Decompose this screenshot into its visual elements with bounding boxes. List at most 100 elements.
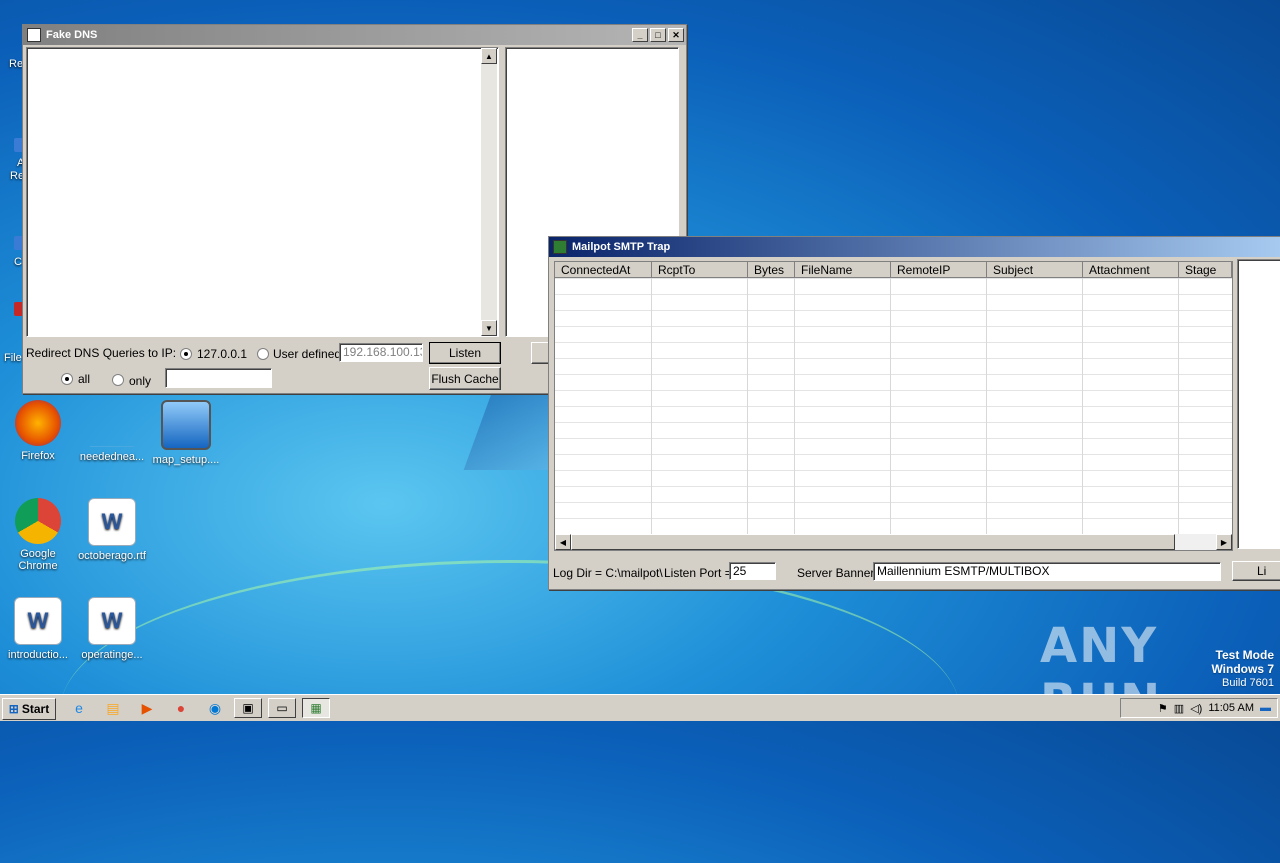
show-desktop-icon[interactable]: ▬: [1260, 702, 1271, 714]
dns-log-scrollbar[interactable]: ▲ ▼: [481, 48, 497, 336]
desktop-icon-label: neededneа...: [79, 451, 145, 463]
taskbar: ⊞ Start e ▤ ▶ ● ◉ ▣ ▭ ▦ ⚑ ▥ ◁) 11:05 AM …: [0, 694, 1280, 721]
radio-only[interactable]: [112, 374, 124, 386]
window-icon: ▭: [276, 701, 288, 715]
radio-only-label: only: [129, 374, 152, 388]
monitor-icon: ▣: [242, 701, 254, 715]
column-divider: [1178, 278, 1179, 534]
scroll-left-arrow-icon[interactable]: ◀: [555, 534, 571, 550]
desktop-icon-label: introductio...: [8, 649, 68, 661]
listen-port-field[interactable]: 25: [729, 562, 776, 580]
column-header[interactable]: Stage: [1179, 262, 1232, 278]
desktop-icon-operatinge[interactable]: W operatinge...: [74, 597, 150, 661]
only-domain-field[interactable]: [165, 368, 272, 388]
column-header[interactable]: RcptTo: [652, 262, 748, 278]
column-header[interactable]: Subject: [987, 262, 1083, 278]
scrollbar-thumb[interactable]: [571, 534, 1175, 550]
mailpot-window[interactable]: Mailpot SMTP Trap ConnectedAt RcptTo Byt…: [548, 236, 1280, 590]
fake-dns-titlebar[interactable]: Fake DNS _ □ ✕: [23, 25, 686, 45]
firefox-icon: [15, 400, 61, 446]
user-ip-field[interactable]: 192.168.100.13: [339, 343, 423, 362]
mailpot-icon: ▦: [310, 701, 322, 715]
listen-button-partial[interactable]: Li: [1232, 561, 1280, 581]
flag-icon[interactable]: ⚑: [1158, 702, 1168, 715]
column-divider: [890, 278, 891, 534]
radio-all-label: all: [78, 372, 91, 386]
dns-log-textarea[interactable]: [26, 47, 499, 337]
scroll-up-arrow-icon[interactable]: ▲: [481, 48, 497, 64]
system-tray: ⚑ ▥ ◁) 11:05 AM ▬: [1120, 698, 1278, 718]
desktop-icon-introduction[interactable]: W introductio...: [0, 597, 76, 661]
installer-icon: [161, 400, 211, 450]
test-mode-watermark: Test Mode Windows 7 Build 7601: [1211, 648, 1274, 690]
column-header[interactable]: FileName: [795, 262, 891, 278]
window-title: Fake DNS: [46, 29, 98, 41]
taskbar-task-mailpot[interactable]: ▦: [302, 698, 330, 718]
mailpot-titlebar[interactable]: Mailpot SMTP Trap: [549, 237, 1280, 257]
desktop-icon-neededneat[interactable]: neededneа...: [74, 400, 150, 463]
radio-localhost[interactable]: [180, 348, 192, 360]
file-explorer-icon[interactable]: ▤: [102, 698, 124, 718]
desktop-icon-octoberago[interactable]: W octoberago.rtf: [74, 498, 150, 562]
minimize-button[interactable]: _: [632, 28, 648, 42]
connections-table[interactable]: ConnectedAt RcptTo Bytes FileName Remote…: [554, 261, 1233, 551]
watermark-line: Build 7601: [1222, 677, 1274, 689]
column-header[interactable]: Attachment: [1083, 262, 1179, 278]
scroll-right-arrow-icon[interactable]: ▶: [1216, 534, 1232, 550]
desktop-partial-label-file: File: [4, 352, 22, 364]
flush-cache-button[interactable]: Flush Cache: [429, 367, 501, 390]
column-header[interactable]: Bytes: [748, 262, 795, 278]
redirect-label: Redirect DNS Queries to IP:: [26, 346, 177, 360]
maximize-button[interactable]: □: [650, 28, 666, 42]
media-player-icon[interactable]: ▶: [136, 698, 158, 718]
column-header[interactable]: RemoteIP: [891, 262, 987, 278]
mailpot-side-panel[interactable]: [1237, 259, 1280, 549]
volume-icon[interactable]: ◁): [1190, 702, 1202, 715]
start-label: Start: [21, 702, 50, 716]
taskbar-task-monitor[interactable]: ▣: [234, 698, 262, 718]
table-body[interactable]: [555, 278, 1232, 534]
blank-file-icon: [90, 400, 134, 447]
desktop-icon-chrome[interactable]: Google Chrome: [0, 498, 76, 572]
desktop-partial-label-recycle: Re: [9, 58, 24, 70]
close-button[interactable]: ✕: [668, 28, 684, 42]
desktop-partial-label-c: C: [14, 256, 22, 268]
app-icon: [27, 28, 41, 42]
app-icon: [553, 240, 567, 254]
word-document-icon: W: [88, 597, 136, 645]
taskbar-task-fake-dns[interactable]: ▭: [268, 698, 296, 718]
column-divider: [986, 278, 987, 534]
radio-all[interactable]: [61, 373, 73, 385]
column-divider: [747, 278, 748, 534]
listen-port-label: Listen Port =: [664, 566, 732, 580]
desktop-icon-map-setup[interactable]: map_setup....: [148, 400, 224, 466]
clock[interactable]: 11:05 AM: [1208, 702, 1254, 714]
scroll-down-arrow-icon[interactable]: ▼: [481, 320, 497, 336]
table-header: ConnectedAt RcptTo Bytes FileName Remote…: [555, 262, 1232, 278]
server-banner-field[interactable]: Maillennium ESMTP/MULTIBOX: [873, 562, 1221, 581]
column-header[interactable]: ConnectedAt: [555, 262, 652, 278]
internet-explorer-icon[interactable]: e: [68, 698, 90, 718]
windows-logo-icon: ⊞: [8, 702, 19, 716]
column-divider: [1082, 278, 1083, 534]
radio-user-defined-label: User defined: [273, 347, 342, 361]
radio-localhost-label: 127.0.0.1: [197, 347, 248, 361]
start-button[interactable]: ⊞ Start: [2, 698, 56, 720]
log-dir-label: Log Dir = C:\mailpot\: [553, 566, 663, 580]
desktop-icon-label: operatinge...: [81, 649, 143, 661]
listen-button[interactable]: Listen: [429, 342, 501, 364]
desktop-icon-label: map_setup....: [152, 454, 220, 466]
table-horizontal-scrollbar[interactable]: ◀ ▶: [555, 534, 1232, 550]
desktop-icon-label: Firefox: [21, 450, 55, 462]
word-document-icon: W: [88, 498, 136, 546]
column-divider: [794, 278, 795, 534]
edge-icon[interactable]: ◉: [204, 698, 226, 718]
chrome-icon[interactable]: ●: [170, 698, 192, 718]
desktop-icon-label: Google Chrome: [18, 548, 58, 572]
column-divider: [651, 278, 652, 534]
desktop-icon-label: octoberago.rtf: [78, 550, 146, 562]
server-banner-label: Server Banner: [797, 566, 875, 580]
desktop-icon-firefox[interactable]: Firefox: [0, 400, 76, 462]
radio-user-defined[interactable]: [257, 348, 269, 360]
network-icon[interactable]: ▥: [1174, 702, 1184, 715]
